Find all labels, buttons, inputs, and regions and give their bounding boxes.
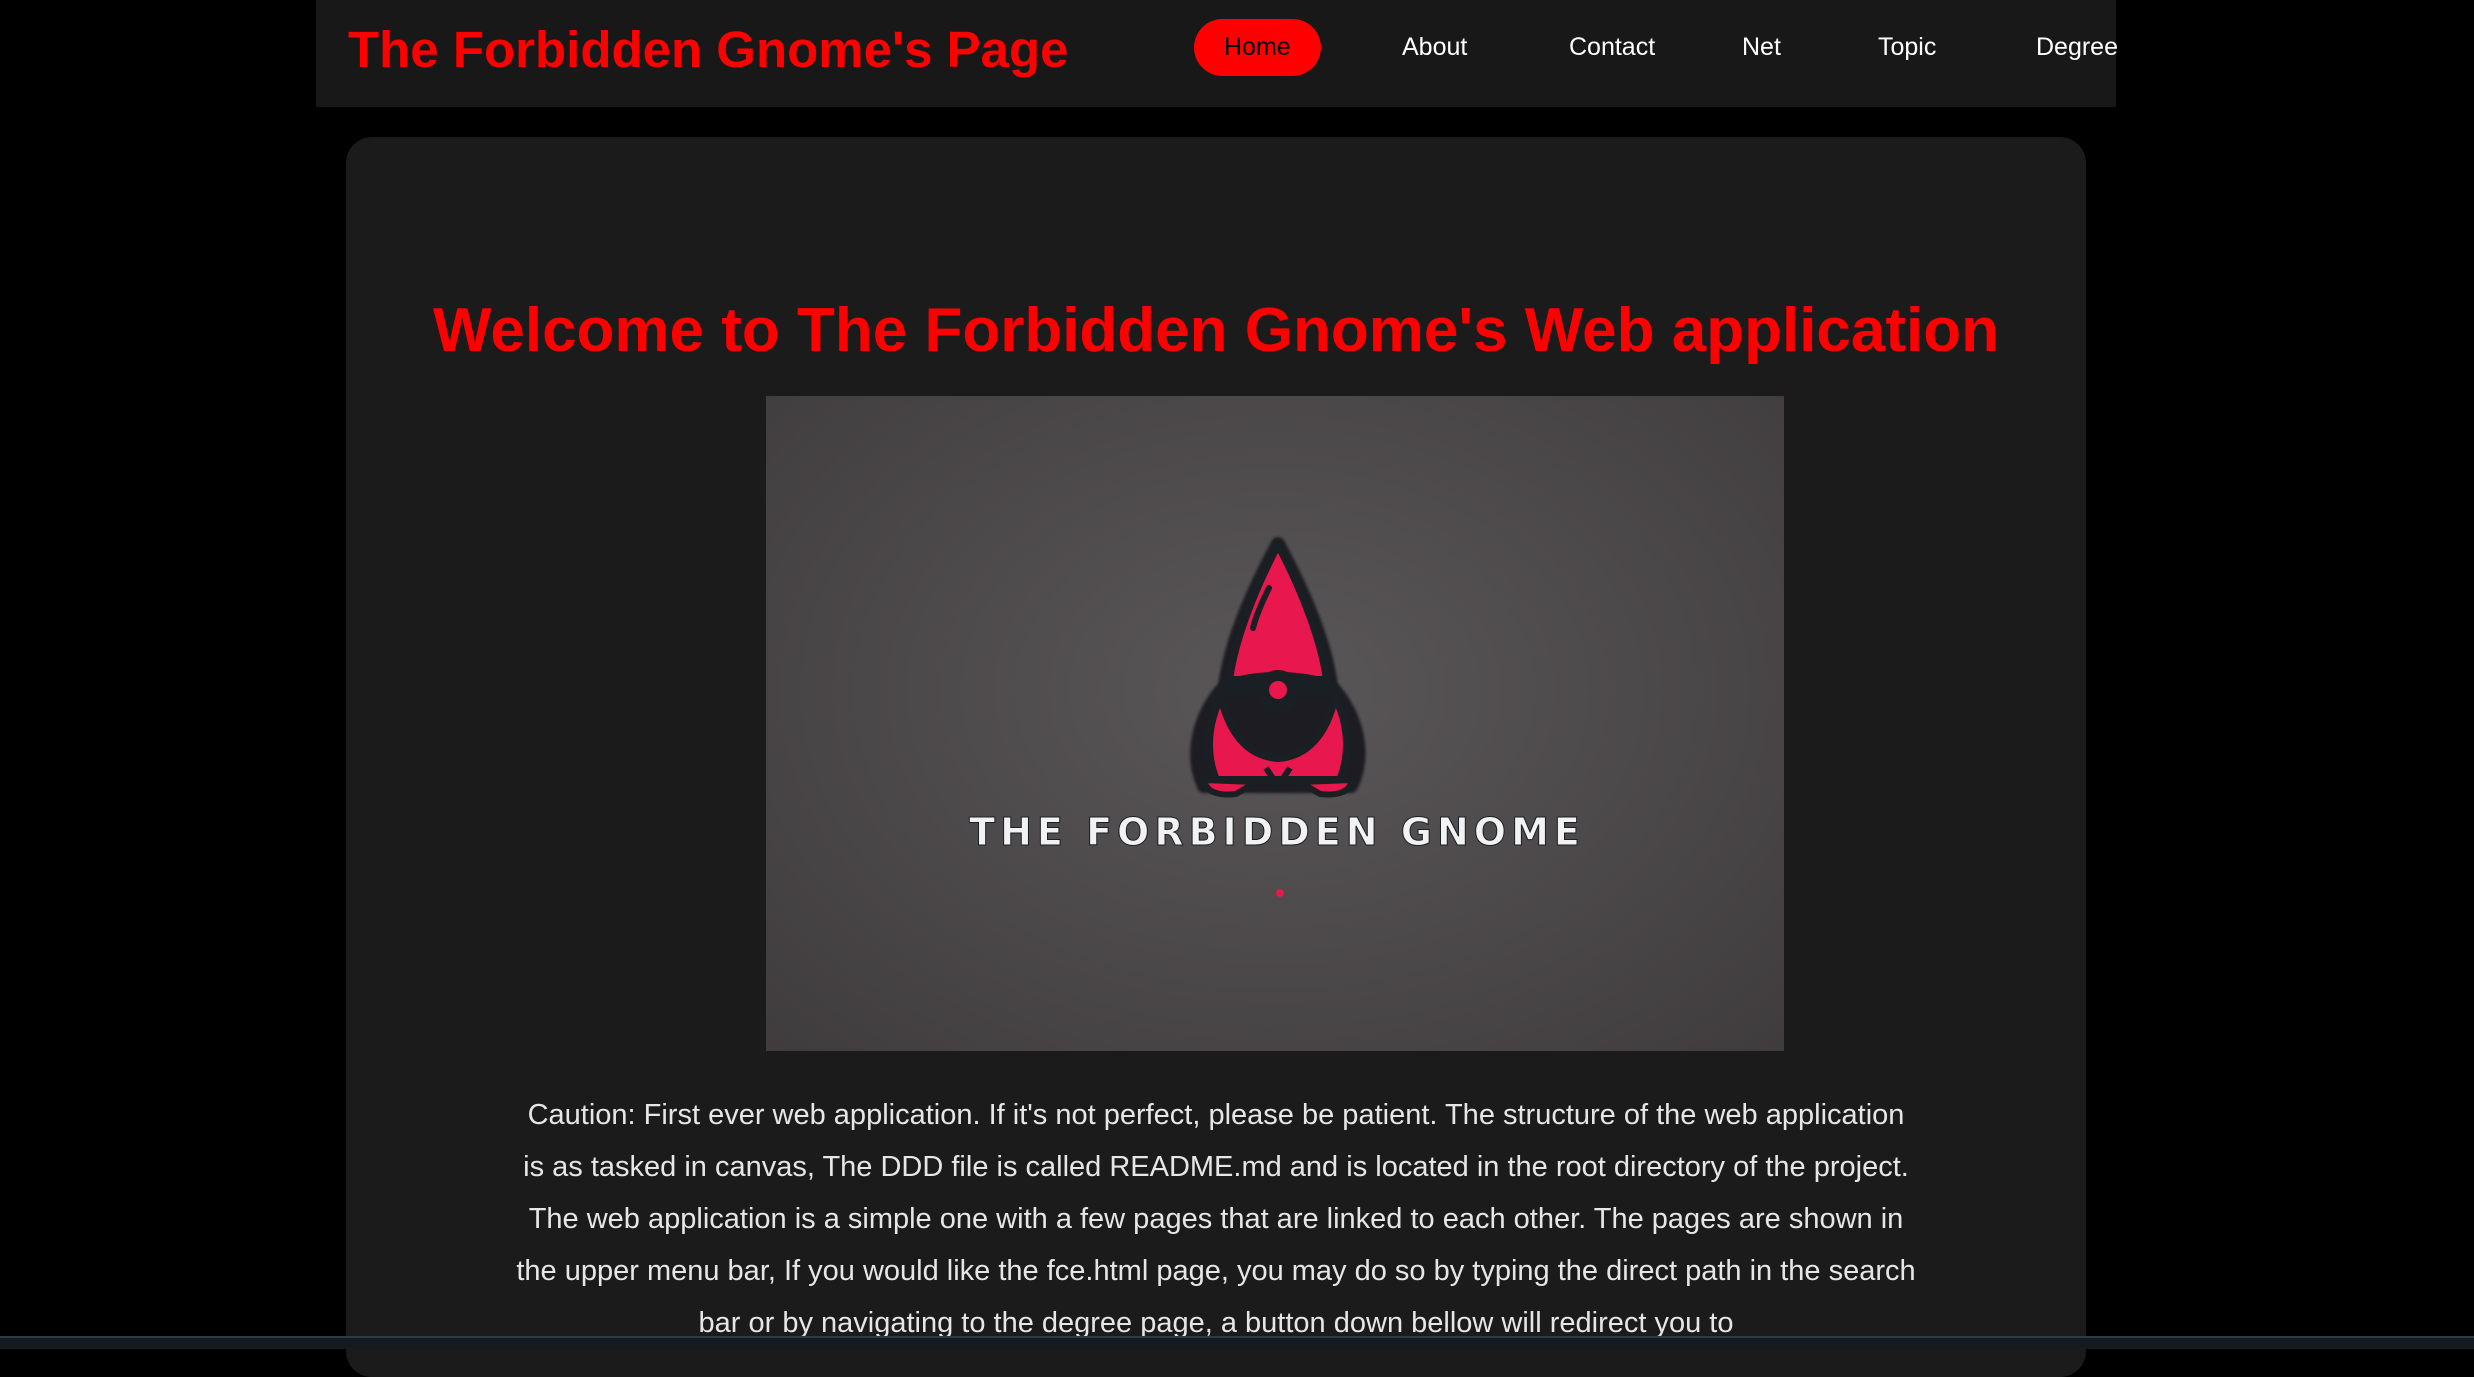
logo-dot: [1276, 889, 1284, 897]
caution-text: Caution: First ever web application. If …: [516, 1099, 1916, 1339]
nav-item-home[interactable]: Home: [1194, 19, 1321, 76]
nav-item-contact[interactable]: Contact: [1539, 19, 1685, 76]
nav-item-topic[interactable]: Topic: [1848, 19, 1966, 76]
welcome-heading: Welcome to The Forbidden Gnome's Web app…: [432, 296, 2000, 365]
window-bottom-edge: [0, 1336, 2474, 1349]
gnome-logo: THE FORBIDDEN GNOME: [969, 537, 1585, 897]
gnome-icon: [1190, 537, 1366, 798]
nav-item-about[interactable]: About: [1372, 19, 1497, 76]
site-header: The Forbidden Gnome's Page Home About Co…: [316, 0, 2118, 107]
main-content-card: Welcome to The Forbidden Gnome's Web app…: [346, 137, 2086, 1377]
logo-wordmark: THE FORBIDDEN GNOME: [969, 810, 1585, 854]
nav-item-degree[interactable]: Degree: [2006, 19, 2148, 76]
site-title: The Forbidden Gnome's Page: [348, 21, 1069, 78]
nav-item-net[interactable]: Net: [1712, 19, 1811, 76]
hero-logo-image: THE FORBIDDEN GNOME: [766, 396, 1784, 1051]
